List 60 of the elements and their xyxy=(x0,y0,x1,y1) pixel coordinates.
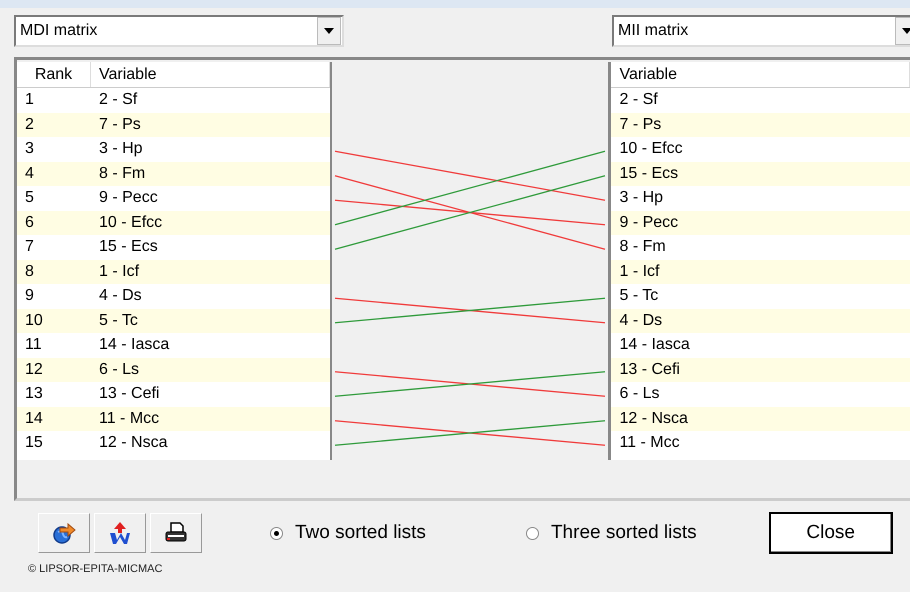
table-cell-text: 3 - Hp xyxy=(98,139,144,160)
table-cell-text: 7 xyxy=(24,237,35,258)
table-cell-text: 4 xyxy=(24,164,35,184)
table-cell-text: 6 - Ls xyxy=(618,384,660,404)
toolbar-button[interactable] xyxy=(38,513,90,553)
table-cell-text: 3 - Hp xyxy=(618,188,664,208)
table-cell-text: 8 - Fm xyxy=(618,237,667,258)
table-cell-text: 12 xyxy=(24,360,44,380)
table-cell-text: 15 - Ecs xyxy=(98,237,159,258)
table-cell-text: 8 - Fm xyxy=(98,164,146,184)
table-cell-text: 1 - Icf xyxy=(618,262,660,282)
table-cell-text: 6 - Ls xyxy=(98,360,140,380)
table-cell-text: 14 - Iasca xyxy=(98,335,170,356)
table-cell-text: 7 - Ps xyxy=(98,114,142,135)
table-cell-text: 10 xyxy=(24,310,44,331)
table-cell-text: 1 - Icf xyxy=(98,262,140,282)
table-cell-text: 5 - Tc xyxy=(98,310,139,331)
close-button[interactable]: Close xyxy=(768,512,893,554)
table-cell-text: 1 xyxy=(24,90,35,110)
table-cell-text: 12 - Nsca xyxy=(98,433,168,454)
table-cell-text: 15 - Ecs xyxy=(618,164,680,184)
table-cell-text: 14 xyxy=(24,408,44,429)
table-cell-text: 5 - Tc xyxy=(618,286,660,306)
table-cell-text: 11 - Mcc xyxy=(618,433,681,454)
table-cell-text: 11 xyxy=(24,335,43,356)
dropdown-value: MII matrix xyxy=(617,22,690,40)
table-cell-text: 9 - Pecc xyxy=(618,212,680,233)
globe-arrow-icon xyxy=(52,521,76,545)
dropdown-value: MDI matrix xyxy=(19,22,98,40)
table-cell-text: 4 - Ds xyxy=(98,286,143,306)
table-cell-text: 13 xyxy=(24,384,44,404)
table-cell-text: 12 - Nsca xyxy=(618,408,689,429)
table-cell-text: 15 xyxy=(24,433,44,454)
table-cell-text: 13 - Cefi xyxy=(618,360,681,380)
table-cell-text: 2 - Sf xyxy=(98,90,138,110)
table-cell-text: 11 - Mcc xyxy=(98,408,160,429)
radio-button[interactable] xyxy=(526,526,539,540)
table-cell-text: 2 - Sf xyxy=(618,90,659,110)
table-cell-text: 4 - Ds xyxy=(618,310,664,331)
table-cell-text: 9 - Pecc xyxy=(98,188,159,208)
table-cell-text: 9 xyxy=(24,286,35,306)
radio-option[interactable]: Two sorted lists xyxy=(270,522,426,544)
table-cell-text: 6 xyxy=(24,212,35,233)
toolbar-button[interactable] xyxy=(150,513,202,553)
copyright-text: © LIPSOR-EPITA-MICMAC xyxy=(27,562,164,575)
table-cell-text: 5 xyxy=(24,188,35,208)
radio-button[interactable] xyxy=(270,526,283,540)
table-cell-text: 13 - Cefi xyxy=(98,384,160,404)
table-cell-text: 2 xyxy=(24,114,35,135)
upload-arrow-icon xyxy=(108,521,132,545)
table-cell-text: 3 xyxy=(24,139,35,160)
radio-option[interactable]: Three sorted lists xyxy=(526,522,697,544)
table-cell-text: 8 xyxy=(24,262,35,282)
table-cell-text: 10 - Efcc xyxy=(618,139,684,160)
table-cell-text: 14 - Iasca xyxy=(618,335,691,356)
matrix-dropdown[interactable]: MDI matrix xyxy=(14,15,344,47)
table-cell-text: 10 - Efcc xyxy=(98,212,164,233)
matrix-dropdown[interactable]: MII matrix xyxy=(612,15,910,47)
table-cell-text: 7 - Ps xyxy=(618,114,662,135)
toolbar-button[interactable] xyxy=(94,513,146,553)
